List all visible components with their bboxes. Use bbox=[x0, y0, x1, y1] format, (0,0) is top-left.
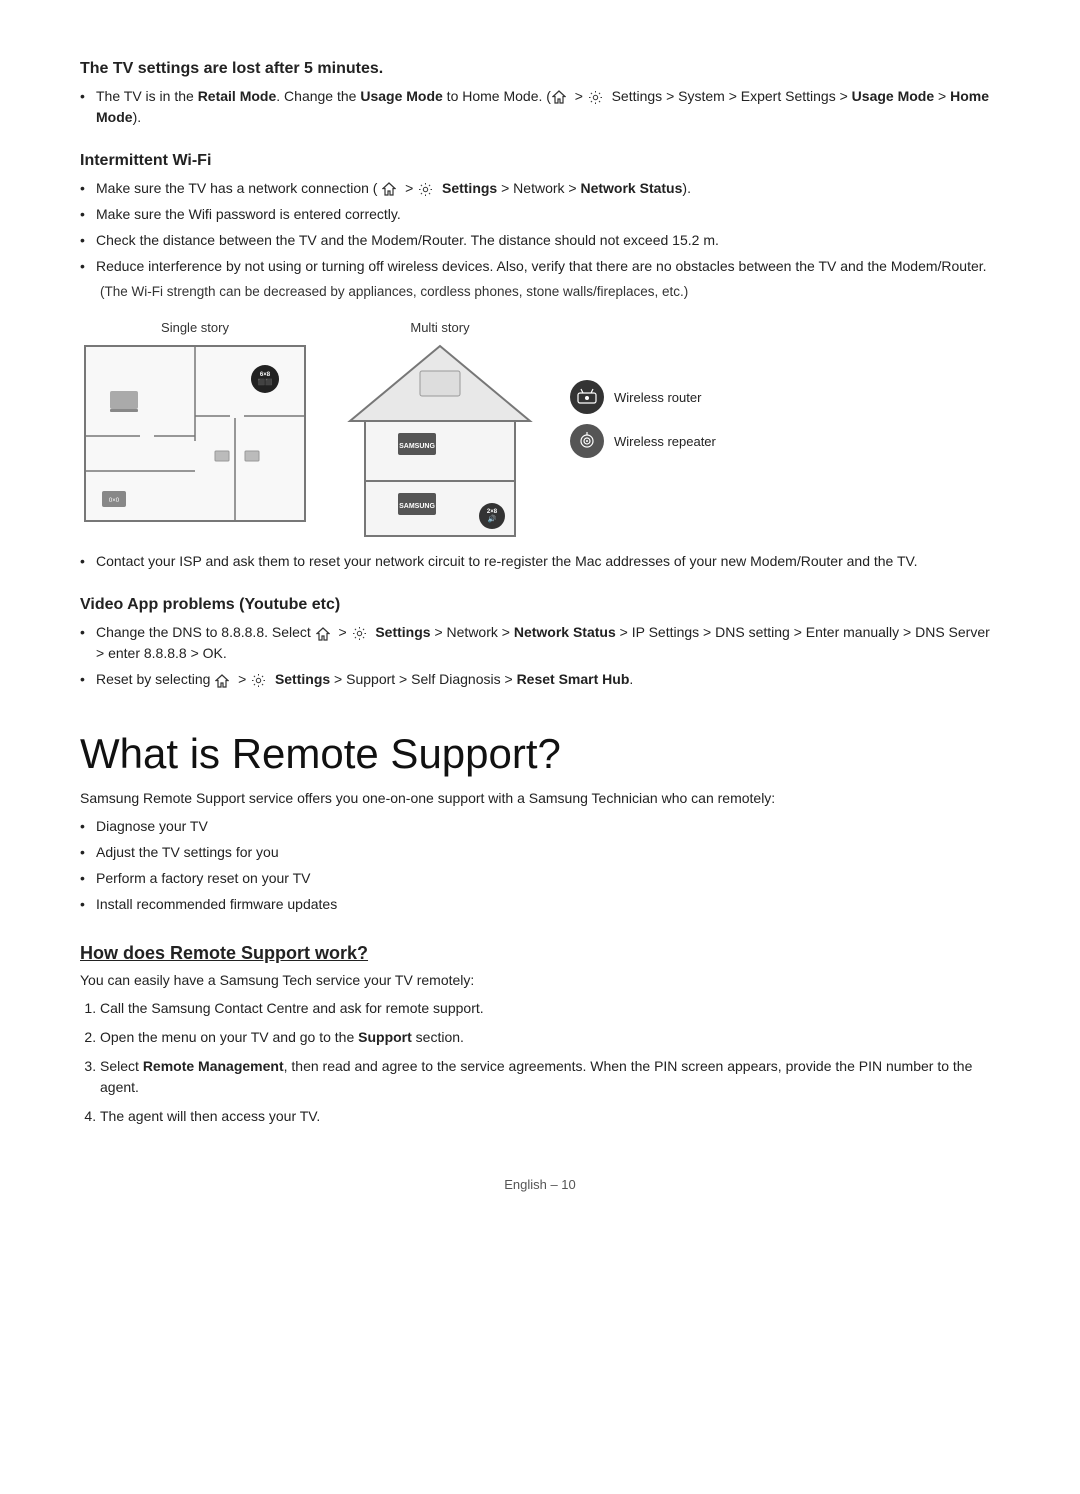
how-remote-support-intro: You can easily have a Samsung Tech servi… bbox=[80, 972, 1000, 988]
tv-settings-title: The TV settings are lost after 5 minutes… bbox=[80, 60, 1000, 78]
intermittent-wifi-title: Intermittent Wi-Fi bbox=[80, 152, 1000, 170]
multi-story-diagram: Multi story SAMSUNG SAMSUNG bbox=[340, 320, 540, 541]
home-icon bbox=[552, 90, 566, 104]
legend-wireless-repeater: Wireless repeater bbox=[570, 424, 716, 458]
wifi-list: Make sure the TV has a network connectio… bbox=[80, 178, 1000, 277]
multi-story-house: SAMSUNG SAMSUNG 2×8 🔊 bbox=[340, 341, 540, 541]
svg-text:⬛⬛: ⬛⬛ bbox=[258, 378, 273, 386]
wifi-note: (The Wi-Fi strength can be decreased by … bbox=[80, 282, 1000, 302]
home-icon bbox=[382, 182, 396, 196]
gear-icon bbox=[251, 673, 266, 688]
list-item: Perform a factory reset on your TV bbox=[80, 868, 1000, 889]
wifi-diagram: Single story 6×8 bbox=[80, 320, 1000, 541]
usage-mode: Usage Mode bbox=[360, 88, 442, 104]
video-app-title: Video App problems (Youtube etc) bbox=[80, 596, 1000, 614]
remote-support-intro: Samsung Remote Support service offers yo… bbox=[80, 790, 1000, 806]
multi-story-label: Multi story bbox=[410, 320, 469, 335]
list-item: Adjust the TV settings for you bbox=[80, 842, 1000, 863]
how-remote-support-steps: Call the Samsung Contact Centre and ask … bbox=[80, 998, 1000, 1127]
svg-text:2×8: 2×8 bbox=[487, 509, 498, 515]
tv-settings-section: The TV settings are lost after 5 minutes… bbox=[80, 60, 1000, 128]
gear-icon bbox=[352, 626, 367, 641]
list-item: The agent will then access your TV. bbox=[100, 1106, 1000, 1127]
tv-settings-list: The TV is in the Retail Mode. Change the… bbox=[80, 86, 1000, 128]
list-item: Change the DNS to 8.8.8.8. Select > Sett… bbox=[80, 622, 1000, 664]
remote-support-title: What is Remote Support? bbox=[80, 730, 1000, 778]
wireless-repeater-label: Wireless repeater bbox=[614, 434, 716, 449]
home-icon bbox=[316, 627, 330, 641]
legend-wireless-router: Wireless router bbox=[570, 380, 716, 414]
svg-text:SAMSUNG: SAMSUNG bbox=[399, 503, 435, 510]
single-story-diagram: Single story 6×8 bbox=[80, 320, 310, 526]
home-icon bbox=[215, 674, 229, 688]
router-icon bbox=[570, 380, 604, 414]
list-item: Select Remote Management, then read and … bbox=[100, 1056, 1000, 1098]
list-item: Reduce interference by not using or turn… bbox=[80, 256, 1000, 277]
svg-text:🔊: 🔊 bbox=[488, 514, 497, 523]
footer-text: English – 10 bbox=[504, 1177, 576, 1192]
intermittent-wifi-section: Intermittent Wi-Fi Make sure the TV has … bbox=[80, 152, 1000, 572]
single-story-floorplan: 6×8 ⬛⬛ 0×0 bbox=[80, 341, 310, 526]
list-item: Open the menu on your TV and go to the S… bbox=[100, 1027, 1000, 1048]
list-item: Make sure the Wifi password is entered c… bbox=[80, 204, 1000, 225]
list-item: Install recommended firmware updates bbox=[80, 894, 1000, 915]
list-item: Diagnose your TV bbox=[80, 816, 1000, 837]
video-app-section: Video App problems (Youtube etc) Change … bbox=[80, 596, 1000, 690]
gear-icon bbox=[588, 90, 603, 105]
wireless-router-label: Wireless router bbox=[614, 390, 701, 405]
svg-text:6×8: 6×8 bbox=[260, 372, 271, 378]
gear-icon bbox=[418, 182, 433, 197]
page-footer: English – 10 bbox=[80, 1177, 1000, 1192]
diagram-legend: Wireless router Wireless repeater bbox=[570, 380, 716, 458]
how-remote-support-title: How does Remote Support work? bbox=[80, 943, 1000, 964]
remote-support-list: Diagnose your TV Adjust the TV settings … bbox=[80, 816, 1000, 915]
svg-text:0×0: 0×0 bbox=[109, 498, 120, 504]
list-item: The TV is in the Retail Mode. Change the… bbox=[80, 86, 1000, 128]
how-remote-support-section: How does Remote Support work? You can ea… bbox=[80, 943, 1000, 1127]
list-item: Contact your ISP and ask them to reset y… bbox=[80, 551, 1000, 572]
list-item: Check the distance between the TV and th… bbox=[80, 230, 1000, 251]
repeater-icon bbox=[570, 424, 604, 458]
svg-text:SAMSUNG: SAMSUNG bbox=[399, 443, 435, 450]
retail-mode: Retail Mode bbox=[198, 88, 277, 104]
list-item: Reset by selecting > Settings > Support … bbox=[80, 669, 1000, 690]
remote-support-section: What is Remote Support? Samsung Remote S… bbox=[80, 730, 1000, 915]
list-item: Call the Samsung Contact Centre and ask … bbox=[100, 998, 1000, 1019]
list-item: Make sure the TV has a network connectio… bbox=[80, 178, 1000, 199]
wifi-after-list: Contact your ISP and ask them to reset y… bbox=[80, 551, 1000, 572]
video-app-list: Change the DNS to 8.8.8.8. Select > Sett… bbox=[80, 622, 1000, 690]
single-story-label: Single story bbox=[161, 320, 229, 335]
